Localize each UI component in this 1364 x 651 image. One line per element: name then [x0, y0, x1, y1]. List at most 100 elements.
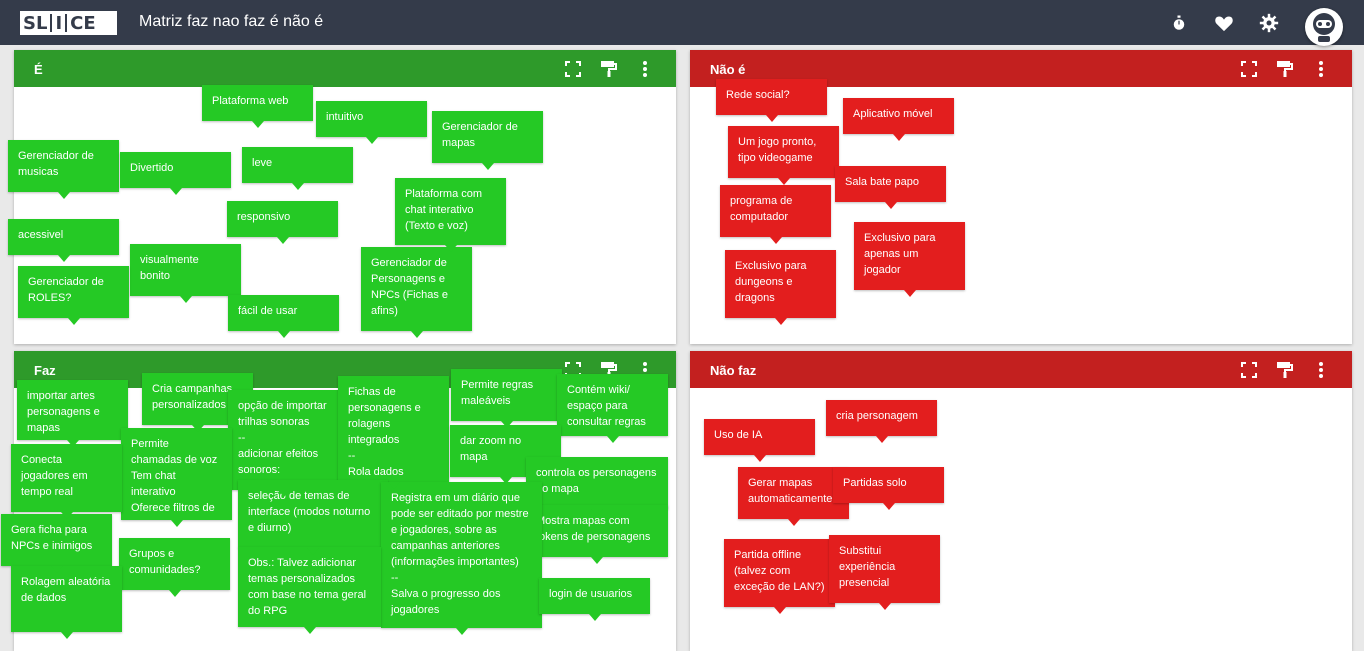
note-tail	[307, 548, 319, 555]
note-text: Partidas solo	[843, 477, 907, 489]
note-text: leve	[252, 157, 273, 169]
sticky-note[interactable]: responsivo	[227, 201, 338, 237]
note-text: fácil de usar	[238, 305, 298, 317]
sticky-note[interactable]: cria personagem	[826, 400, 937, 436]
note-text: Sala bate papo	[845, 176, 920, 188]
heart-icon[interactable]	[1212, 11, 1236, 35]
note-text: Exclusivo para dungeons e dragons	[735, 260, 810, 304]
note-tail	[892, 134, 905, 141]
sticky-note[interactable]: Gera ficha para NPCs e inimigos	[1, 514, 112, 566]
note-text: intuitivo	[326, 111, 364, 123]
note-tail	[591, 509, 603, 516]
sticky-note[interactable]: programa de computador	[720, 185, 831, 237]
sticky-note[interactable]: Gerenciador de mapas	[432, 111, 543, 163]
sticky-note[interactable]: intuitivo	[316, 101, 427, 137]
panel-title: Faz	[34, 363, 56, 378]
sticky-note[interactable]: Obs.: Talvez adicionar temas personaliza…	[238, 547, 381, 627]
note-text: Aplicativo móvel	[853, 108, 933, 120]
sticky-note[interactable]: Exclusivo para apenas um jogador	[854, 222, 965, 290]
note-text: Gerenciador de ROLES?	[28, 276, 107, 304]
sticky-note[interactable]: Contém wiki/ espaço para consultar regra…	[557, 374, 668, 436]
gear-icon[interactable]	[1257, 11, 1281, 35]
note-text: Conecta jogadores em tempo real	[21, 454, 91, 498]
paint-roller-icon[interactable]	[1274, 59, 1296, 79]
paint-roller-icon[interactable]	[598, 59, 620, 79]
note-tail	[500, 421, 513, 428]
sticky-note[interactable]: Rolagem aleatória de dados	[11, 566, 122, 632]
app-logo[interactable]: SL I CE	[20, 11, 117, 35]
sticky-note[interactable]: Permite regras maleáveis	[451, 369, 562, 421]
sticky-note[interactable]: leve	[242, 147, 353, 183]
note-text: dar zoom no mapa	[460, 435, 525, 463]
note-tail	[765, 115, 778, 122]
sticky-note[interactable]: visualmente bonito	[130, 244, 241, 296]
note-tail	[455, 628, 468, 635]
panel-title: Não é	[710, 62, 746, 77]
sticky-note[interactable]: Exclusivo para dungeons e dragons	[725, 250, 836, 318]
sticky-note[interactable]: Rede social?	[716, 79, 827, 115]
sticky-note[interactable]: Um jogo pronto, tipo videogame	[728, 126, 839, 178]
note-tail	[170, 520, 183, 527]
sticky-note[interactable]: opção de importar trilhas sonoras -- adi…	[228, 390, 339, 490]
more-vert-icon[interactable]	[1310, 59, 1332, 79]
sticky-note[interactable]: Permite chamadas de voz Tem chat interat…	[121, 428, 232, 520]
note-text: Um jogo pronto, tipo videogame	[738, 136, 820, 164]
fullscreen-icon[interactable]	[562, 59, 584, 79]
note-tail	[481, 163, 494, 170]
sticky-note[interactable]: fácil de usar	[228, 295, 339, 331]
sticky-note[interactable]: Sala bate papo	[835, 166, 946, 202]
note-tail	[444, 245, 457, 252]
sticky-note[interactable]: Aplicativo móvel	[843, 98, 954, 134]
sticky-note[interactable]: seleção de temas de interface (modos not…	[238, 480, 388, 548]
sticky-note[interactable]: Plataforma web	[202, 85, 313, 121]
note-text: Mostra mapas com tokens de personagens	[536, 515, 651, 543]
fullscreen-icon[interactable]	[1238, 59, 1260, 79]
note-tail	[773, 607, 786, 614]
more-vert-icon[interactable]	[634, 59, 656, 79]
note-text: Uso de IA	[714, 429, 763, 441]
note-text: Partida offline (talvez com exceção de L…	[734, 549, 825, 593]
note-tail	[57, 192, 70, 199]
board-title: Matriz faz nao faz é não é	[139, 13, 324, 30]
sticky-note[interactable]: Registra em um diário que pode ser edita…	[381, 482, 542, 628]
sticky-note[interactable]: Plataforma com chat interativo (Texto e …	[395, 178, 506, 245]
sticky-note[interactable]: Divertido	[120, 152, 231, 188]
panel-header: É	[14, 50, 676, 87]
sticky-note[interactable]: controla os personagens no mapa	[526, 457, 668, 509]
note-text: acessivel	[18, 229, 64, 241]
sticky-note[interactable]: importar artes personagens e mapas	[17, 380, 128, 440]
more-vert-icon[interactable]	[1310, 360, 1332, 380]
sticky-note[interactable]: Partidas solo	[833, 467, 944, 503]
sticky-note[interactable]: login de usuarios	[539, 578, 650, 614]
fullscreen-icon[interactable]	[1238, 360, 1260, 380]
note-tail	[588, 614, 601, 621]
note-text: responsivo	[237, 211, 291, 223]
avatar[interactable]	[1305, 8, 1343, 46]
sticky-note[interactable]: acessivel	[8, 219, 119, 255]
sticky-note[interactable]: Gerenciador de musicas	[8, 140, 119, 192]
note-tail	[903, 290, 916, 297]
note-tail	[753, 455, 766, 462]
note-text: programa de computador	[730, 195, 796, 223]
timer-icon[interactable]	[1167, 11, 1191, 35]
note-text: Gerar mapas automaticamente	[748, 477, 833, 505]
note-text: Gerenciador de mapas	[442, 121, 521, 149]
note-text: Divertido	[130, 162, 174, 174]
note-tail	[875, 436, 888, 443]
note-tail	[169, 188, 182, 195]
note-tail	[591, 557, 603, 564]
note-text: Gerenciador de musicas	[18, 150, 97, 178]
sticky-note[interactable]: Uso de IA	[704, 419, 815, 455]
panel-title: É	[34, 62, 43, 77]
sticky-note[interactable]: Partida offline (talvez com exceção de L…	[724, 539, 835, 607]
sticky-note[interactable]: Substitui experiência presencial	[829, 535, 940, 603]
sticky-note[interactable]: Gerenciador de ROLES?	[18, 266, 129, 318]
note-tail	[499, 477, 512, 484]
paint-roller-icon[interactable]	[1274, 360, 1296, 380]
sticky-note[interactable]: Conecta jogadores em tempo real	[11, 444, 122, 512]
note-tail	[878, 603, 891, 610]
sticky-note[interactable]: Gerenciador de Personagens e NPCs (Ficha…	[361, 247, 472, 331]
sticky-note[interactable]: Fichas de personagens e rolagens integra…	[338, 376, 449, 482]
note-text: Exclusivo para apenas um jogador	[864, 232, 939, 276]
sticky-note[interactable]: Grupos e comunidades?	[119, 538, 230, 590]
